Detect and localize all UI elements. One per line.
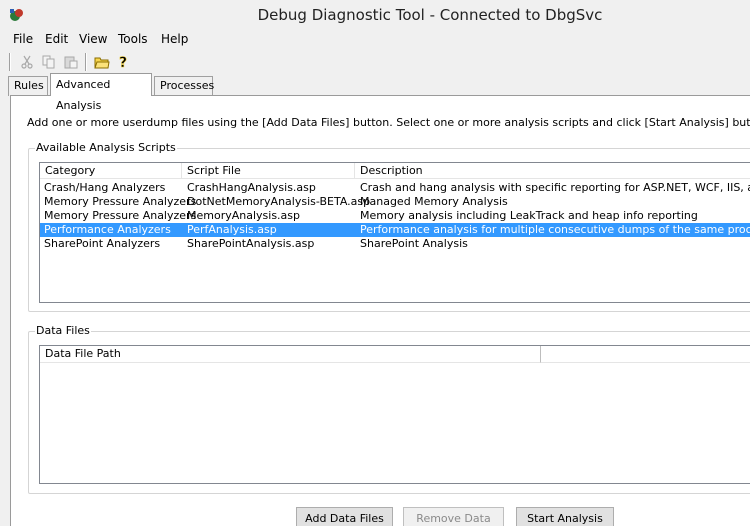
toolbar: ? xyxy=(0,51,750,73)
menu-tools[interactable]: Tools xyxy=(118,32,148,46)
script-description: Memory analysis including LeakTrack and … xyxy=(360,209,698,222)
script-file: DotNetMemoryAnalysis-BETA.asp xyxy=(187,195,371,208)
data-files-list[interactable]: Data File Path xyxy=(39,345,750,484)
script-file: CrashHangAnalysis.asp xyxy=(187,181,316,194)
list-header: Category Script File Description xyxy=(40,163,750,179)
instructions-text: Add one or more userdump files using the… xyxy=(27,116,750,129)
analysis-scripts-group: Available Analysis Scripts Category Scri… xyxy=(28,141,750,312)
help-icon[interactable]: ? xyxy=(115,53,133,71)
script-description: Performance analysis for multiple consec… xyxy=(360,223,750,236)
toolbar-separator xyxy=(85,53,87,71)
menu-view[interactable]: View xyxy=(79,32,107,46)
script-category: Performance Analyzers xyxy=(44,223,171,236)
cut-icon[interactable] xyxy=(18,53,36,71)
menu-help[interactable]: Help xyxy=(161,32,188,46)
tab-rules[interactable]: Rules xyxy=(8,76,48,96)
paste-icon[interactable] xyxy=(62,53,80,71)
column-header-blank[interactable] xyxy=(541,346,750,363)
remove-data-files-label: Remove Data Files xyxy=(416,512,491,525)
script-file: PerfAnalysis.asp xyxy=(187,223,277,236)
remove-data-files-button[interactable]: Remove Data Files xyxy=(403,507,504,526)
open-folder-icon[interactable] xyxy=(93,53,111,71)
column-header-category[interactable]: Category xyxy=(40,163,182,179)
title-bar: Debug Diagnostic Tool - Connected to Dbg… xyxy=(0,0,750,30)
data-files-group: Data Files Data File Path xyxy=(28,324,750,494)
menu-file[interactable]: File xyxy=(13,32,33,46)
script-description: Managed Memory Analysis xyxy=(360,195,508,208)
script-category: SharePoint Analyzers xyxy=(44,237,161,250)
script-row[interactable]: SharePoint Analyzers SharePointAnalysis.… xyxy=(40,237,750,251)
copy-icon[interactable] xyxy=(40,53,58,71)
menu-bar: File Edit View Tools Help xyxy=(0,31,750,49)
menu-edit[interactable]: Edit xyxy=(45,32,68,46)
script-row[interactable]: Crash/Hang Analyzers CrashHangAnalysis.a… xyxy=(40,181,750,195)
script-description: Crash and hang analysis with specific re… xyxy=(360,181,750,194)
script-row-selected[interactable]: Performance Analyzers PerfAnalysis.asp P… xyxy=(40,223,750,237)
advanced-analysis-panel: Add one or more userdump files using the… xyxy=(10,95,750,526)
group-label-data-files: Data Files xyxy=(35,324,91,337)
script-description: SharePoint Analysis xyxy=(360,237,468,250)
column-header-description[interactable]: Description xyxy=(355,163,750,179)
list-header: Data File Path xyxy=(40,346,750,363)
script-category: Crash/Hang Analyzers xyxy=(44,181,166,194)
toolbar-separator xyxy=(9,53,11,71)
column-header-data-file-path[interactable]: Data File Path xyxy=(40,346,541,363)
script-file: MemoryAnalysis.asp xyxy=(187,209,301,222)
add-data-files-button[interactable]: Add Data Files xyxy=(296,507,393,526)
script-row[interactable]: Memory Pressure Analyzers DotNetMemoryAn… xyxy=(40,195,750,209)
script-category: Memory Pressure Analyzers xyxy=(44,195,197,208)
start-analysis-button[interactable]: Start Analysis xyxy=(516,507,614,526)
window-title: Debug Diagnostic Tool - Connected to Dbg… xyxy=(257,6,603,24)
svg-text:?: ? xyxy=(119,55,127,70)
column-header-script-file[interactable]: Script File xyxy=(182,163,355,179)
script-file: SharePointAnalysis.asp xyxy=(187,237,315,250)
script-category: Memory Pressure Analyzers xyxy=(44,209,197,222)
script-row[interactable]: Memory Pressure Analyzers MemoryAnalysis… xyxy=(40,209,750,223)
add-data-files-label: Add Data Files xyxy=(305,512,384,525)
group-label-scripts: Available Analysis Scripts xyxy=(35,141,177,154)
tab-processes[interactable]: Processes xyxy=(154,76,214,96)
tab-advanced-analysis[interactable]: Advanced Analysis xyxy=(50,73,152,112)
start-analysis-label: Start Analysis xyxy=(527,512,603,525)
analysis-scripts-list[interactable]: Category Script File Description Crash/H… xyxy=(39,162,750,303)
